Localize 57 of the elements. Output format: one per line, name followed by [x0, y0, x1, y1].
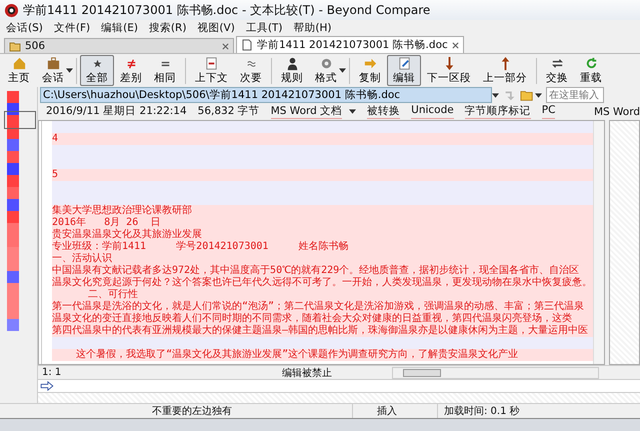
folder-icon: [9, 40, 21, 52]
house-icon: [12, 56, 26, 71]
file-format: MS Word: [594, 106, 640, 118]
cursor-position: 1: 1: [41, 367, 62, 378]
encoding-tag[interactable]: 字节顺序标记: [464, 104, 531, 119]
close-icon[interactable]: [452, 42, 459, 48]
menu-item[interactable]: 文件(F): [54, 21, 90, 35]
load-time: 加载时间: 0.1 秒: [437, 404, 520, 418]
app-logo-icon: [4, 2, 19, 18]
toolbar-button[interactable]: 下一区段: [421, 55, 477, 86]
toolbar-button[interactable]: 全部: [80, 55, 114, 86]
menu-item[interactable]: 工具(T): [246, 21, 282, 35]
format-dropdown[interactable]: MS Word 文档: [270, 104, 342, 119]
toolbar-button[interactable]: 相同: [148, 55, 182, 86]
encoding-tag[interactable]: PC: [542, 104, 556, 119]
search-field[interactable]: 在这里输入: [546, 87, 604, 103]
edit-mode: 插入: [352, 404, 437, 418]
menu-item[interactable]: 搜索(R): [148, 21, 186, 35]
toolbar-button[interactable]: 重载: [574, 55, 608, 86]
tab-label: 学前1411 201421073001 陈书畅.doc: [257, 38, 448, 52]
toolbar-button[interactable]: 主页: [2, 55, 36, 86]
file-size: 56,832 字节: [198, 104, 260, 119]
toolbar-button[interactable]: 规则: [275, 55, 309, 86]
caret-icon[interactable]: [339, 68, 346, 73]
menu-item[interactable]: 视图(V): [197, 21, 235, 35]
caret-icon[interactable]: [490, 92, 501, 98]
toolbar-button[interactable]: 上一部分: [477, 55, 533, 86]
caret-icon[interactable]: [66, 68, 73, 73]
menu-item[interactable]: 编辑(E): [101, 21, 138, 35]
encoding-tag[interactable]: 被转换: [367, 104, 400, 119]
toolbar-button[interactable]: 会话: [36, 55, 70, 86]
caret-icon[interactable]: [533, 92, 544, 98]
tab-label: 506: [25, 40, 46, 52]
file-path-field[interactable]: C:\Users\huazhou\Desktop\506\学前1411 201421073001 陈书畅.doc: [40, 87, 492, 103]
pencil-icon: [396, 56, 412, 71]
menu-item[interactable]: 会话(S): [6, 21, 43, 35]
caret-icon[interactable]: [349, 109, 356, 114]
case-icon: [46, 56, 60, 71]
toolbar-button[interactable]: 交换: [540, 55, 574, 86]
toolbar-button[interactable]: 复制: [353, 55, 387, 86]
scrollbar[interactable]: [593, 121, 604, 364]
tab[interactable]: 506: [4, 38, 234, 53]
toolbar-button[interactable]: 次要: [234, 55, 268, 86]
file-date: 2016/9/11 星期日 21:22:14: [46, 104, 187, 119]
encoding-tag[interactable]: Unicode: [411, 104, 454, 119]
toolbar-button[interactable]: 差别: [114, 55, 148, 86]
toolbar-button[interactable]: 编辑: [387, 55, 421, 86]
scrollbar[interactable]: [392, 366, 599, 378]
toolbar-button[interactable]: 上下文: [189, 55, 234, 86]
menu-item[interactable]: 帮助(H): [293, 21, 332, 35]
tab[interactable]: 学前1411 201421073001 陈书畅.doc: [236, 36, 464, 53]
status-message: 不重要的左边独有: [151, 404, 233, 418]
document-icon: [241, 39, 253, 51]
window-title: 学前1411 201421073001 陈书畅.doc - 文本比较(T) - Beyond Compare: [23, 2, 430, 18]
arrow-icon: [362, 56, 378, 71]
close-icon[interactable]: [222, 42, 229, 50]
edit-state: 编辑被禁止: [281, 366, 333, 380]
